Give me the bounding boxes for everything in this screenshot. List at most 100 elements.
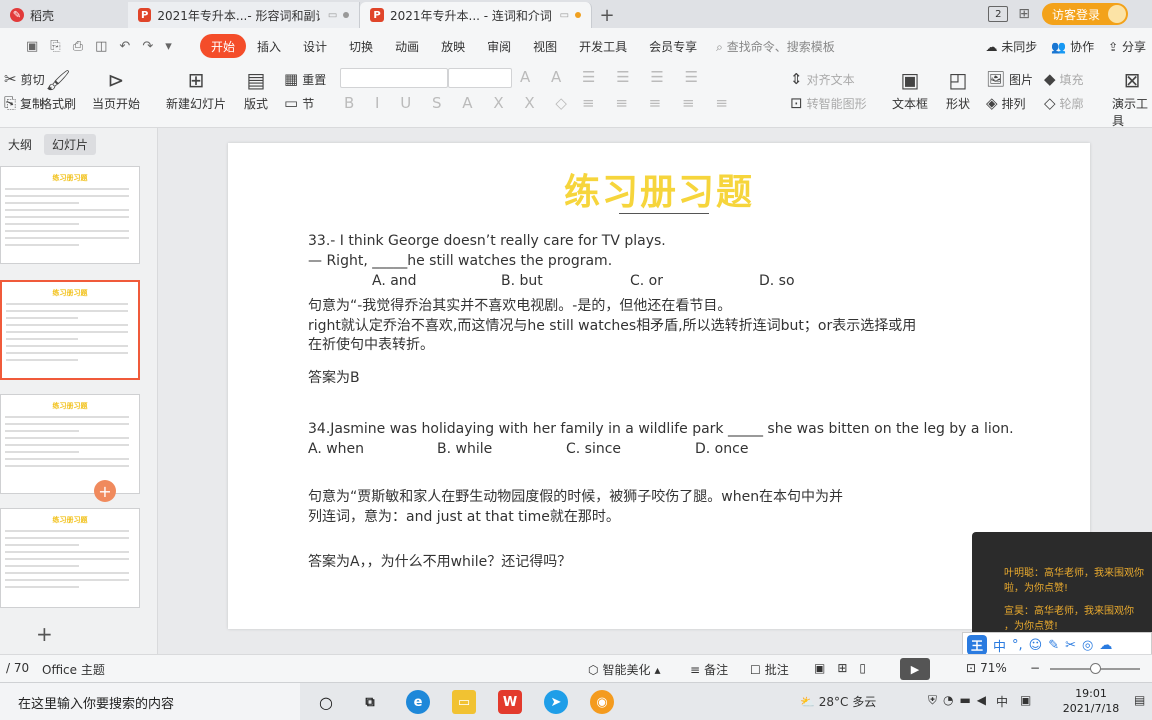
slide-thumbnail[interactable]: 练习册习题 xyxy=(0,166,140,264)
edge-icon[interactable]: e xyxy=(406,690,430,714)
chat-message: 宣昊：高华老师，我来围观你 xyxy=(1004,606,1134,617)
smartart-button[interactable]: ⊡ 转智能图形 xyxy=(790,94,867,112)
menu-design[interactable]: 设计 xyxy=(292,34,338,58)
shape-button[interactable]: ◰ 形状 xyxy=(946,68,970,112)
align-text-button[interactable]: ⇕ 对齐文本 xyxy=(790,70,855,88)
menu-developer[interactable]: 开发工具 xyxy=(568,34,638,58)
play-current-button[interactable]: ⊳ 当页开始 xyxy=(92,68,140,112)
fill-button[interactable]: ◆ 填充 xyxy=(1044,70,1084,88)
calendar-app-icon[interactable]: ▣ xyxy=(1020,693,1031,707)
slide-thumbnail[interactable]: 练习册习题 xyxy=(0,508,140,608)
system-tray-icons[interactable]: ⛨◔▬◀ xyxy=(928,693,992,708)
sync-button[interactable]: ☁ 未同步 xyxy=(985,38,1037,55)
tab-outline[interactable]: 大纲 xyxy=(0,134,40,155)
add-slide-button[interactable]: + xyxy=(36,622,53,646)
skin-icon[interactable]: ◎ xyxy=(1082,638,1093,653)
copy-button[interactable]: ⎘ 复制 xyxy=(4,94,44,112)
notification-icon[interactable]: ▤ xyxy=(1134,693,1145,707)
paragraph-align-icons[interactable]: ≡ ≡ ≡ ≡ ≡ xyxy=(582,94,736,112)
collaborate-label: 协作 xyxy=(1070,39,1095,54)
beautify-icon: ⬡ xyxy=(588,662,599,677)
app-icon[interactable]: ◉ xyxy=(590,690,614,714)
theme-name[interactable]: Office 主题 xyxy=(42,661,105,678)
add-slide-after-button[interactable]: + xyxy=(94,480,116,502)
notes-button[interactable]: ≡ 备注 xyxy=(690,661,728,678)
menu-review[interactable]: 审阅 xyxy=(476,34,522,58)
current-slide[interactable]: 练习册习题 33.- I think George doesn’t really… xyxy=(228,143,1090,629)
taskbar-search[interactable]: 在这里输入你要搜索的内容 xyxy=(0,683,300,720)
save-icon[interactable]: ▣ xyxy=(26,39,38,54)
emoji-icon[interactable]: ☺ xyxy=(1029,638,1043,653)
wps-presentation-icon: P xyxy=(138,8,152,22)
list-icons[interactable]: ☰ ☰ ☰ ☰ xyxy=(582,68,706,86)
comments-button[interactable]: ☐ 批注 xyxy=(750,661,789,678)
zoom-slider-handle[interactable] xyxy=(1090,663,1101,674)
sorter-view-icon[interactable]: ⊞ xyxy=(837,661,847,675)
collaborate-button[interactable]: 👥 协作 xyxy=(1051,38,1094,55)
picture-button[interactable]: 🖼 图片 xyxy=(986,70,1033,88)
tab-document-conjunctions[interactable]: P 2021年专升本... - 连词和介词 ▭ xyxy=(360,2,592,28)
print-icon[interactable]: ⎙ xyxy=(73,39,83,54)
clock[interactable]: 19:01 2021/7/18 xyxy=(1058,686,1124,716)
start-slideshow-button[interactable]: ▶ xyxy=(900,658,930,680)
section-button[interactable]: ▭ 节 xyxy=(284,94,314,112)
menu-view[interactable]: 视图 xyxy=(522,34,568,58)
arrange-button[interactable]: ◈ 排列 xyxy=(986,94,1026,112)
feishu-icon[interactable]: ➤ xyxy=(544,690,568,714)
font-size-adjust-icons[interactable]: A A xyxy=(520,68,569,86)
tab-slides[interactable]: 幻灯片 xyxy=(44,134,97,155)
tab-docer[interactable]: ✎ 稻壳 xyxy=(0,2,128,28)
slide-thumbnail[interactable]: 练习册习题 xyxy=(0,394,140,494)
pen-icon[interactable]: ✎ xyxy=(1048,638,1059,653)
share-button[interactable]: ⇪ 分享 xyxy=(1108,38,1146,55)
menu-slideshow[interactable]: 放映 xyxy=(430,34,476,58)
window-count-badge[interactable]: 2 xyxy=(988,6,1009,22)
font-size-select[interactable] xyxy=(448,68,512,88)
format-painter-button[interactable]: 🖌 格式刷 xyxy=(40,68,76,112)
normal-view-icon[interactable]: ▣ xyxy=(814,661,825,675)
font-family-select[interactable] xyxy=(340,68,448,88)
layout-button[interactable]: ▤ 版式 xyxy=(244,68,268,112)
new-tab-button[interactable]: + xyxy=(592,2,622,28)
preview-icon[interactable]: ◫ xyxy=(95,39,107,54)
cloud-icon[interactable]: ☁ xyxy=(1099,638,1112,653)
scissors-icon[interactable]: ✂ xyxy=(1065,638,1076,653)
presenter-tools-button[interactable]: ⊠ 演示工具 xyxy=(1112,68,1152,129)
menu-animations[interactable]: 动画 xyxy=(384,34,430,58)
people-icon: 👥 xyxy=(1051,39,1067,54)
outline-button[interactable]: ◇ 轮廓 xyxy=(1044,94,1084,112)
punctuation-icon[interactable]: °, xyxy=(1012,638,1023,653)
textbox-button[interactable]: ▣ 文本框 xyxy=(892,68,928,112)
option-d: D. once xyxy=(695,441,749,457)
ime-mode[interactable]: 中 xyxy=(993,636,1006,655)
text-format-icons[interactable]: B I U S A X X ◇ xyxy=(344,94,575,112)
zoom-control[interactable]: ⊡ 71% xyxy=(966,661,1007,675)
ime-indicator[interactable]: 中 xyxy=(996,693,1008,710)
grid-icon[interactable]: ⊞ xyxy=(1018,6,1030,22)
file-explorer-icon[interactable]: ▭ xyxy=(452,690,476,714)
reset-button[interactable]: ▦ 重置 xyxy=(284,70,326,88)
zoom-out-icon[interactable]: − xyxy=(1030,661,1040,675)
export-icon[interactable]: ⎘ xyxy=(50,39,60,54)
new-slide-button[interactable]: ⊞ 新建幻灯片 xyxy=(166,68,226,112)
menu-home[interactable]: 开始 xyxy=(200,34,247,58)
docer-logo-icon: ✎ xyxy=(10,8,24,22)
tab-document-adjectives[interactable]: P 2021年专升本...- 形容词和副词 ▭ xyxy=(128,2,360,28)
cortana-icon[interactable]: ○ xyxy=(314,690,338,714)
cut-button[interactable]: ✂ 剪切 xyxy=(4,70,45,88)
customize-icon[interactable]: ▾ xyxy=(165,39,172,54)
weather-widget[interactable]: ⛅ 28°C 多云 xyxy=(800,693,876,710)
menu-insert[interactable]: 插入 xyxy=(246,34,292,58)
menu-transitions[interactable]: 切换 xyxy=(338,34,384,58)
slide-thumbnail-selected[interactable]: 练习册习题 xyxy=(0,280,140,380)
reading-view-icon[interactable]: ▯ xyxy=(859,661,866,675)
guest-login-button[interactable]: 访客登录 xyxy=(1041,3,1128,25)
ime-logo[interactable]: 王 xyxy=(967,635,987,655)
wps-icon[interactable]: W xyxy=(498,690,522,714)
smart-beautify-button[interactable]: ⬡ 智能美化 ▴ xyxy=(588,661,661,678)
command-search[interactable]: ⌕ 查找命令、搜索模板 xyxy=(716,38,835,55)
menu-member[interactable]: 会员专享 xyxy=(638,34,708,58)
task-view-icon[interactable]: ⧉ xyxy=(358,690,382,714)
undo-icon[interactable]: ↶ xyxy=(119,39,130,54)
redo-icon[interactable]: ↷ xyxy=(142,39,153,54)
